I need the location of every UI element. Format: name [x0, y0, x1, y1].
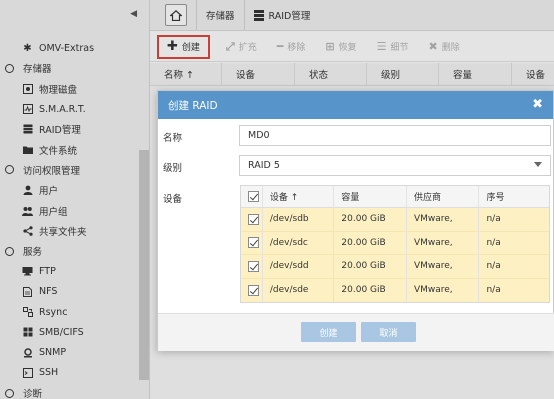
- capacity-cell: 20.00 GiB: [334, 255, 407, 278]
- name-input[interactable]: MD0: [239, 125, 551, 146]
- serial-cell: n/a: [486, 285, 501, 296]
- table-row[interactable]: /dev/sdb 20.00 GiB VMware, n/a: [241, 208, 549, 232]
- device-cell: /dev/sdb: [263, 208, 335, 231]
- serial-cell: n/a: [486, 214, 501, 225]
- name-input-value: MD0: [248, 130, 270, 141]
- level-row: 级别 RAID 5: [158, 155, 554, 179]
- checkbox-icon: [247, 237, 259, 249]
- capacity-cell: 20.00 GiB: [334, 231, 407, 254]
- name-label: 名称: [163, 133, 183, 144]
- vendor-cell: VMware,: [407, 255, 480, 278]
- name-row: 名称 MD0: [158, 125, 554, 149]
- table-row[interactable]: /dev/sdc 20.00 GiB VMware, n/a: [241, 231, 549, 255]
- serial-cell: n/a: [486, 237, 501, 248]
- cancel-button[interactable]: 取消: [361, 322, 416, 342]
- select-all-checkbox[interactable]: [241, 186, 263, 207]
- checkbox-icon: [247, 260, 259, 272]
- dialog-header: 创建 RAID ✖: [158, 91, 553, 119]
- vendor-cell: VMware,: [407, 278, 480, 302]
- capacity-cell: 20.00 GiB: [334, 278, 407, 302]
- checkbox-icon: [247, 284, 259, 296]
- column-header-device[interactable]: 设备 ↑: [263, 186, 335, 207]
- capacity-cell: 20.00 GiB: [334, 208, 407, 231]
- devices-table: 设备 ↑ 容量 供应商 序号 /dev/sdb 20.00 GiB VMware…: [240, 185, 550, 303]
- column-header-vendor[interactable]: 供应商: [407, 186, 480, 207]
- close-icon[interactable]: ✖: [532, 97, 543, 112]
- vendor-cell: VMware,: [407, 231, 480, 254]
- create-raid-dialog: 创建 RAID ✖ 名称 MD0 级别 RAID 5 设备 设备 ↑ 容量 供应…: [157, 90, 554, 351]
- column-header-capacity[interactable]: 容量: [334, 186, 407, 207]
- row-checkbox[interactable]: [241, 208, 263, 231]
- row-checkbox[interactable]: [241, 278, 263, 302]
- checkbox-icon: [247, 213, 259, 225]
- checkbox-icon: [247, 191, 259, 202]
- create-submit-button[interactable]: 创建: [301, 322, 356, 342]
- devices-table-header: 设备 ↑ 容量 供应商 序号: [241, 186, 549, 208]
- device-cell: /dev/sde: [263, 278, 335, 302]
- chevron-down-icon: [534, 162, 542, 167]
- vendor-cell: VMware,: [407, 208, 480, 231]
- serial-cell: n/a: [486, 261, 501, 272]
- devices-label: 设备: [163, 194, 183, 205]
- row-checkbox[interactable]: [241, 231, 263, 254]
- device-cell: /dev/sdd: [263, 255, 335, 278]
- row-checkbox[interactable]: [241, 255, 263, 278]
- table-row[interactable]: /dev/sdd 20.00 GiB VMware, n/a: [241, 255, 549, 279]
- dialog-footer: 创建 取消: [158, 313, 554, 351]
- column-header-serial[interactable]: 序号: [479, 186, 549, 207]
- level-select-value: RAID 5: [248, 160, 280, 171]
- dialog-title: 创建 RAID: [168, 99, 218, 112]
- level-label: 级别: [163, 163, 183, 174]
- level-select[interactable]: RAID 5: [239, 155, 551, 176]
- table-row[interactable]: /dev/sde 20.00 GiB VMware, n/a: [241, 278, 549, 302]
- device-cell: /dev/sdc: [263, 231, 335, 254]
